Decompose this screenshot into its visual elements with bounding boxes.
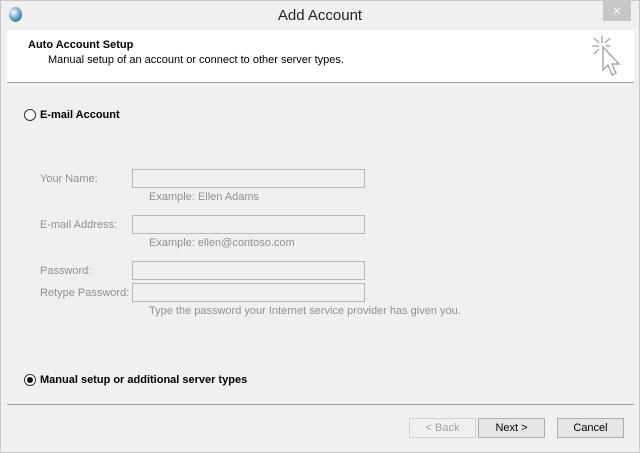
radio-button-selected[interactable] (24, 374, 36, 386)
password-input[interactable] (132, 261, 365, 280)
close-button[interactable]: × (603, 1, 631, 21)
back-button[interactable]: < Back (409, 418, 476, 438)
next-button[interactable]: Next > (478, 418, 545, 438)
cursor-sparkle-icon (590, 34, 624, 80)
divider (7, 404, 634, 405)
email-account-label: E-mail Account (40, 109, 120, 121)
your-name-hint: Example: Ellen Adams (149, 191, 259, 203)
window-title: Add Account (1, 7, 639, 24)
your-name-input[interactable] (132, 169, 365, 188)
email-account-radio[interactable]: E-mail Account (24, 109, 120, 121)
cancel-button[interactable]: Cancel (557, 418, 624, 438)
radio-button[interactable] (24, 109, 36, 121)
manual-setup-radio[interactable]: Manual setup or additional server types (24, 374, 247, 386)
header-subtitle: Manual setup of an account or connect to… (48, 54, 344, 66)
your-name-label: Your Name: (40, 173, 98, 185)
retype-password-input[interactable] (132, 283, 365, 302)
manual-setup-label: Manual setup or additional server types (40, 374, 247, 386)
title-bar: Add Account × (1, 1, 639, 29)
wizard-header: Auto Account Setup Manual setup of an ac… (7, 30, 634, 83)
retype-password-label: Retype Password: (40, 287, 129, 299)
password-hint: Type the password your Internet service … (149, 305, 461, 317)
header-title: Auto Account Setup (28, 39, 133, 51)
add-account-dialog: Add Account × Auto Account Setup Manual … (0, 0, 640, 453)
email-address-input[interactable] (132, 215, 365, 234)
email-address-hint: Example: ellen@contoso.com (149, 237, 295, 249)
password-label: Password: (40, 265, 91, 277)
email-address-label: E-mail Address: (40, 219, 117, 231)
